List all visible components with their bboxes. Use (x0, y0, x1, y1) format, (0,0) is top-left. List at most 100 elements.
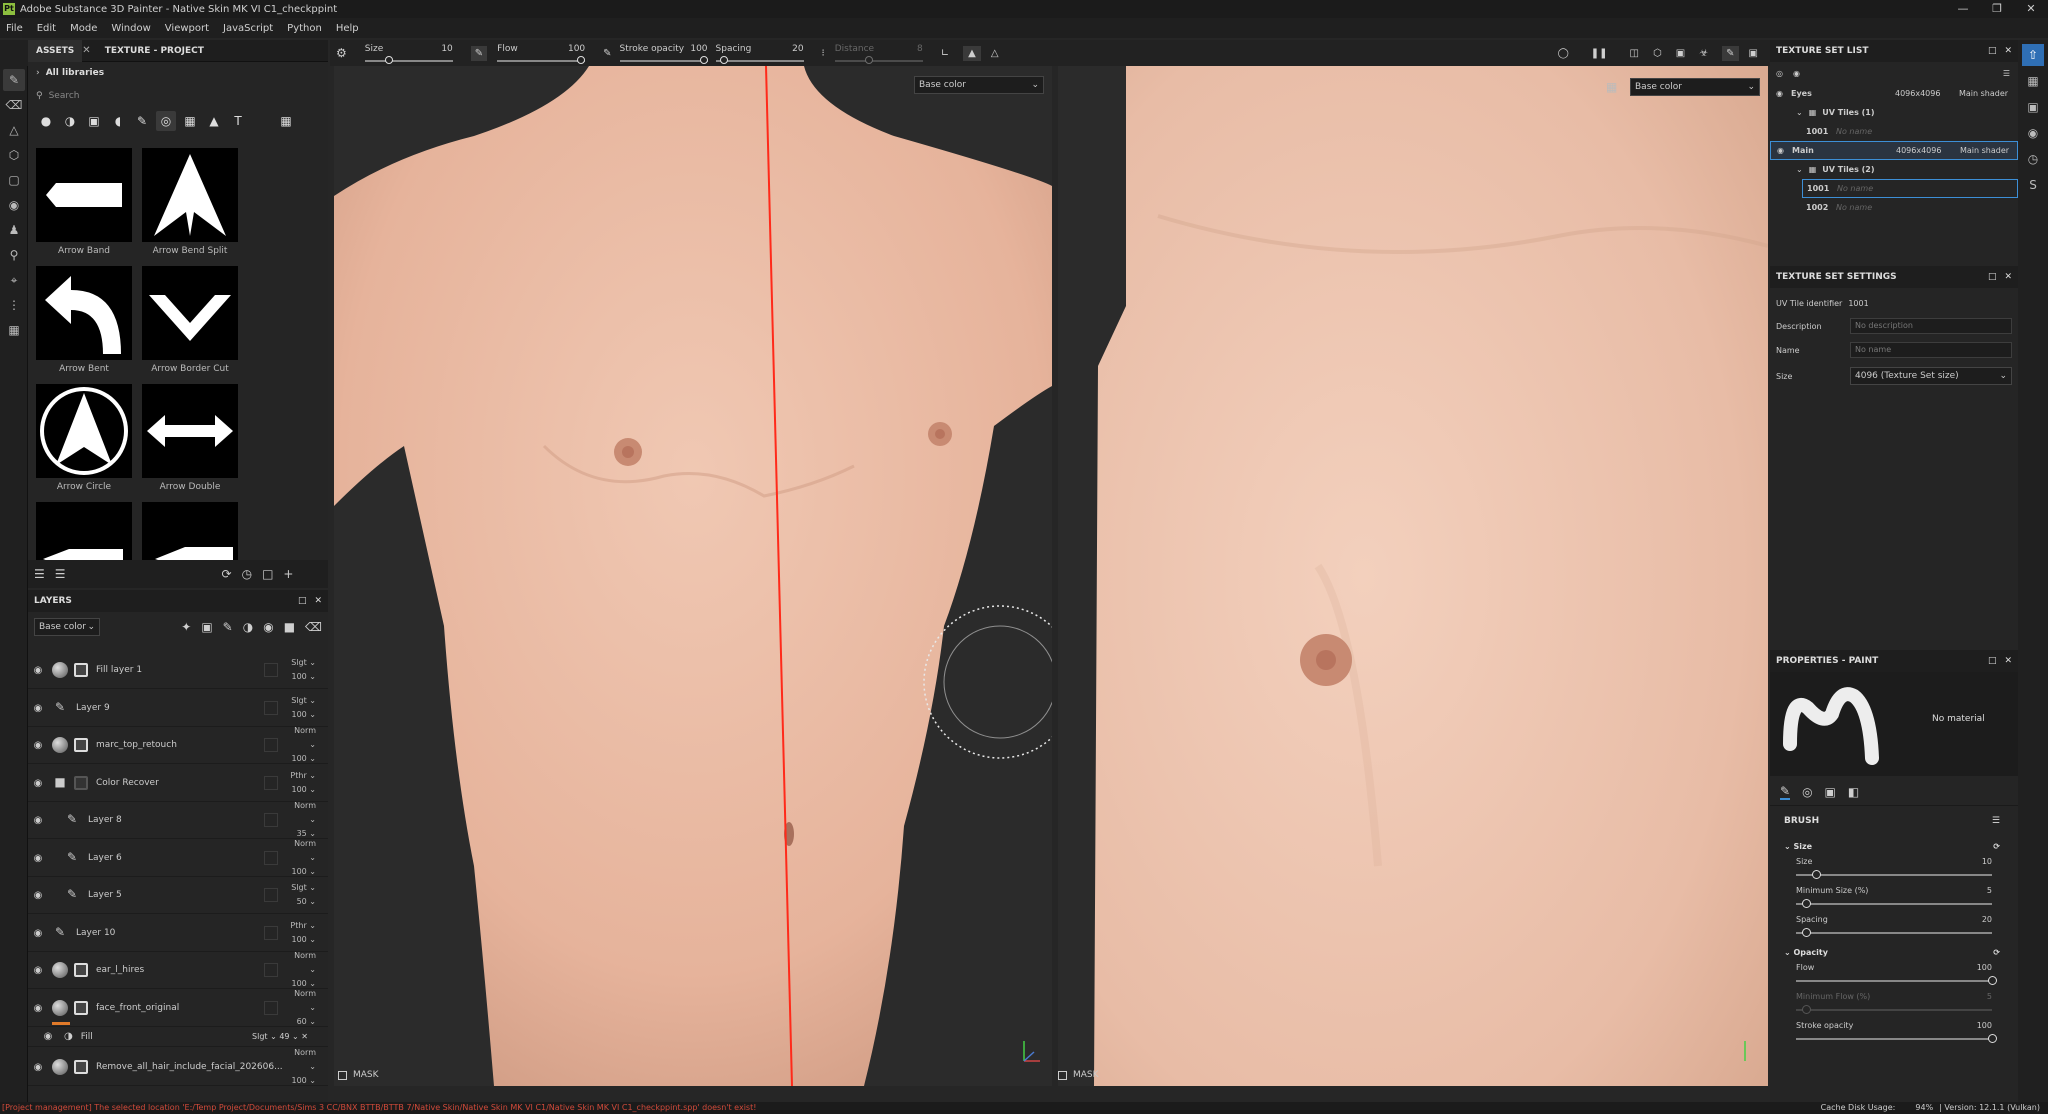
layer-name[interactable]: ear_l_hires (96, 965, 264, 975)
uv-channel-select[interactable]: Base color ⌄ (1630, 78, 1760, 96)
menu-window[interactable]: Window (111, 23, 150, 34)
shelf-icon[interactable]: ▣ (2022, 96, 2044, 118)
eye-icon[interactable]: ◉ (1793, 69, 1800, 78)
substance-icon[interactable]: S (2022, 174, 2044, 196)
grid-view-icon[interactable]: ▦ (276, 111, 296, 131)
history-icon[interactable]: ◷ (2022, 148, 2044, 170)
tab-assets[interactable]: ASSETS (28, 39, 83, 62)
folder-icon[interactable]: ■ (52, 775, 68, 791)
asset-item[interactable] (36, 502, 132, 560)
eye-icon[interactable]: ◉ (28, 928, 48, 939)
hide-ui-icon[interactable]: ◯ (1558, 48, 1569, 59)
eraser-icon[interactable]: ⌫ (3, 94, 25, 116)
close-icon[interactable]: ✕ (2014, 0, 2048, 18)
filter-list-icon[interactable]: ☰ (34, 567, 45, 581)
texture-set-eyes[interactable]: ◉ Eyes 4096x4096 Main shader (1770, 84, 2018, 103)
split-view-icon[interactable]: ◫ (1630, 48, 1639, 59)
texture-filter-icon[interactable]: ▦ (180, 111, 200, 131)
layer-row[interactable]: ◉ Remove_all_hair_include_facial_202606..… (28, 1048, 328, 1086)
mask-filter-icon[interactable]: ▣ (84, 111, 104, 131)
asset-item[interactable]: Arrow Circle (36, 384, 132, 492)
asset-item[interactable]: Arrow Bent (36, 266, 132, 374)
smart-material-filter-icon[interactable]: ◑ (60, 111, 80, 131)
layer-blend[interactable]: Norm ⌄ 60 ⌄ (288, 987, 316, 1029)
size-slider[interactable]: Size 10 (364, 44, 453, 64)
layer-name[interactable]: marc_top_retouch (96, 740, 264, 750)
brush-filter-icon[interactable]: ✎ (132, 111, 152, 131)
add-mask-icon[interactable]: ▣ (201, 620, 212, 634)
layer-row[interactable]: ◉ ✎ Layer 10 Pthr ⌄ 100 ⌄ (28, 915, 328, 952)
alpha-tab-icon[interactable]: ◎ (1802, 785, 1812, 799)
pen-pressure-icon[interactable]: ✎ (470, 45, 488, 61)
measure-icon[interactable]: ⌖ (3, 269, 25, 291)
float-panel-icon[interactable]: □ (1988, 272, 1997, 282)
polygon-fill-icon[interactable]: ▢ (3, 169, 25, 191)
eye-icon[interactable]: ◉ (28, 740, 48, 751)
spacing-slider[interactable]: Spacing 20 (1796, 915, 1992, 938)
layer-mask-slot[interactable] (264, 926, 278, 940)
delete-layer-icon[interactable]: ⌫ (305, 620, 322, 634)
smudge-icon[interactable]: ◉ (3, 194, 25, 216)
layer-row[interactable]: ◉ ear_l_hires Norm ⌄ 100 ⌄ (28, 949, 328, 991)
library-selector[interactable]: All libraries (46, 68, 104, 78)
close-tab-icon[interactable]: ✕ (82, 45, 90, 56)
layer-blend[interactable]: Pthr ⌄ 100 ⌄ (288, 919, 316, 947)
texture-set-main[interactable]: ◉ Main 4096x4096 Main shader (1770, 141, 2018, 160)
layer-mask-slot[interactable] (264, 701, 278, 715)
restore-icon[interactable]: ❐ (1980, 0, 2014, 18)
reset-icon[interactable]: ⟳ (1993, 842, 2000, 851)
path-icon[interactable]: ⋮ (3, 294, 25, 316)
layer-name[interactable]: Layer 8 (88, 815, 264, 825)
size-select[interactable]: 4096 (Texture Set size) ⌄ (1850, 367, 2012, 385)
layer-name[interactable]: Remove_all_hair_include_facial_202606... (96, 1062, 288, 1072)
alignment-icon[interactable]: ∟ (941, 48, 949, 59)
search-input[interactable]: Search (49, 91, 80, 101)
mask-thumbnail[interactable] (74, 1001, 88, 1015)
minimize-icon[interactable]: — (1946, 0, 1980, 18)
list-settings-icon[interactable]: ☰ (2003, 69, 2010, 78)
2d-viewport[interactable]: ▦ Base color ⌄ MASK (1058, 66, 1768, 1086)
layer-blend[interactable]: Norm ⌄ 100 ⌄ (288, 949, 316, 991)
flow-slider[interactable]: Flow 100 (497, 44, 586, 64)
layer-mask-slot[interactable] (264, 963, 278, 977)
layer-name[interactable]: Layer 9 (76, 703, 264, 713)
layer-blend[interactable]: Pthr ⌄ 100 ⌄ (288, 769, 316, 797)
flow-pressure-icon[interactable]: ✎ (603, 48, 611, 59)
layer-mask-slot[interactable] (264, 888, 278, 902)
asset-item[interactable]: Arrow Bend Split (142, 148, 238, 256)
uv-tiles-group[interactable]: ⌄ ▦ UV Tiles (1) (1770, 103, 2018, 122)
uv-tile[interactable]: 1002 No name (1770, 198, 2018, 217)
eye-icon[interactable]: ◉ (38, 1031, 58, 1042)
add-fill-layer-icon[interactable]: ◑ (243, 620, 253, 634)
visibility-icon[interactable]: ◎ (1776, 69, 1783, 78)
effect-row[interactable]: ◉ ◑ Fill Slgt ⌄ 49 ⌄ ✕ (28, 1027, 328, 1047)
bake-icon[interactable]: ▦ (3, 319, 25, 341)
menu-viewport[interactable]: Viewport (165, 23, 209, 34)
uv-tile[interactable]: 1001 No name (1770, 122, 2018, 141)
layer-mask-slot[interactable] (264, 663, 278, 677)
eye-icon[interactable]: ◉ (28, 665, 48, 676)
layer-blend[interactable]: Norm ⌄ 100 ⌄ (288, 837, 316, 879)
menu-mode[interactable]: Mode (70, 23, 97, 34)
layer-blend[interactable]: Norm ⌄ 100 ⌄ (288, 724, 316, 766)
material-filter-icon[interactable]: ● (36, 111, 56, 131)
layer-mask-slot[interactable] (264, 851, 278, 865)
chevron-right-icon[interactable]: › (36, 68, 40, 78)
eye-icon[interactable]: ◉ (28, 853, 48, 864)
close-panel-icon[interactable]: ✕ (2004, 656, 2012, 666)
float-panel-icon[interactable]: □ (1988, 46, 1997, 56)
error-message[interactable]: [Project management] The selected locati… (0, 1103, 756, 1112)
layers-channel-select[interactable]: Base color ⌄ (34, 618, 100, 636)
layer-blend[interactable]: Slgt ⌄ 100 ⌄ (288, 656, 316, 684)
eye-icon[interactable]: ◉ (28, 1003, 48, 1014)
brush-tab-icon[interactable]: ✎ (1780, 784, 1791, 800)
pause-icon[interactable]: ❚❚ (1591, 48, 1608, 59)
flow-slider[interactable]: Flow 100 (1796, 963, 1997, 986)
add-smart-material-icon[interactable]: ◉ (263, 620, 273, 634)
add-folder-icon[interactable]: ■ (284, 620, 295, 634)
layer-row[interactable]: ◉ ✎ Layer 6 Norm ⌄ 100 ⌄ (28, 837, 328, 879)
asset-item[interactable]: Arrow Band (36, 148, 132, 256)
clone-stamp-icon[interactable]: ♟ (3, 219, 25, 241)
layer-row[interactable]: ◉ Fill layer 1 Slgt ⌄ 100 ⌄ (28, 652, 328, 689)
eye-icon[interactable]: ◉ (28, 1062, 48, 1073)
